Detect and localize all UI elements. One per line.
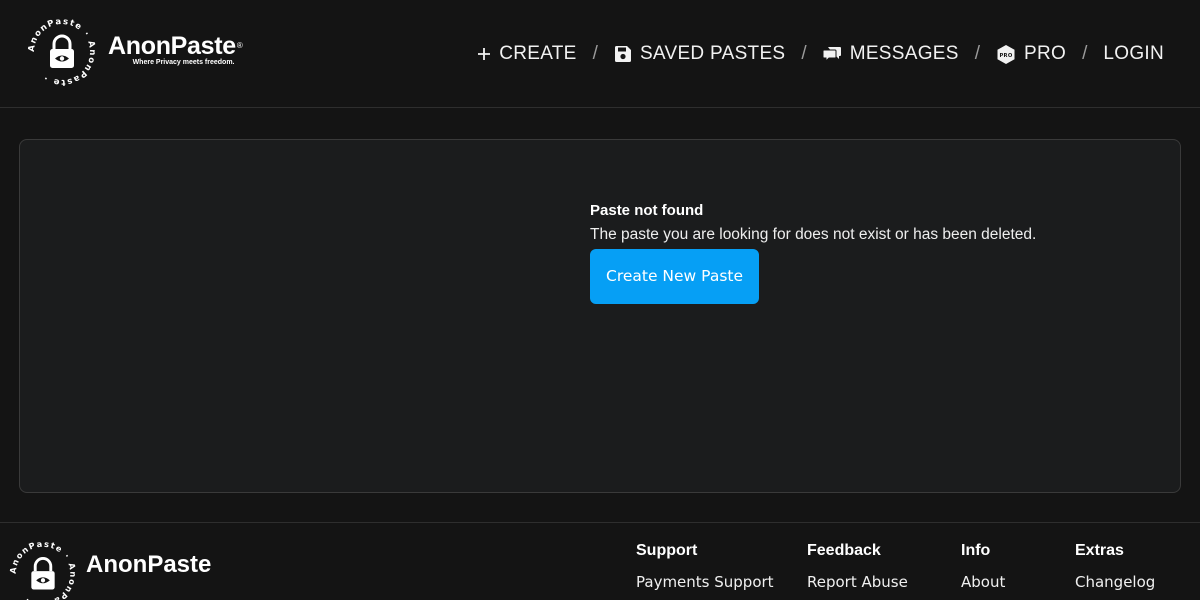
floppy-disk-icon bbox=[614, 45, 632, 63]
footer-column-support: Support Payments Support bbox=[636, 542, 774, 591]
footer-heading: Info bbox=[961, 542, 991, 559]
nav-separator: / bbox=[1082, 43, 1088, 64]
footer-link-payments-support[interactable]: Payments Support bbox=[636, 573, 774, 591]
nav-messages[interactable]: MESSAGES bbox=[822, 43, 959, 65]
footer-brand-name: AnonPaste bbox=[86, 551, 212, 578]
svg-text:PRO: PRO bbox=[999, 52, 1012, 58]
nav-create[interactable]: CREATE bbox=[477, 43, 576, 65]
error-description: The paste you are looking for does not e… bbox=[590, 226, 1037, 243]
nav-saved-pastes[interactable]: SAVED PASTES bbox=[614, 43, 785, 65]
not-found-message: Paste not found The paste you are lookin… bbox=[590, 202, 1036, 304]
nav-pro[interactable]: PRO PRO bbox=[996, 43, 1066, 65]
main-nav: CREATE / SAVED PASTES / MESSAGES / PRO P… bbox=[477, 41, 1164, 67]
padlock-logo-icon: AnonPaste · AnonPaste · bbox=[8, 539, 78, 600]
brand-tagline: Where Privacy meets freedom. bbox=[132, 59, 235, 66]
logo-link[interactable]: AnonPaste · AnonPaste · AnonPaste® Where… bbox=[26, 16, 243, 88]
padlock-logo-icon: AnonPaste · AnonPaste · bbox=[27, 17, 97, 87]
create-new-paste-button[interactable]: Create New Paste bbox=[590, 249, 760, 304]
footer-heading: Support bbox=[636, 542, 698, 559]
footer-link-changelog[interactable]: Changelog bbox=[1075, 573, 1155, 591]
nav-separator: / bbox=[801, 43, 807, 64]
footer-heading: Feedback bbox=[807, 542, 881, 559]
footer-column-info: Info About bbox=[961, 542, 1005, 591]
error-title: Paste not found bbox=[590, 202, 704, 219]
pro-hexagon-icon: PRO bbox=[996, 44, 1016, 65]
footer-column-extras: Extras Changelog bbox=[1075, 542, 1155, 591]
content-card: Paste not found The paste you are lookin… bbox=[19, 139, 1181, 493]
chat-bubbles-icon bbox=[822, 46, 842, 62]
plus-icon bbox=[477, 47, 491, 61]
svg-text:AnonPaste · AnonPaste ·: AnonPaste · AnonPaste · bbox=[8, 539, 78, 600]
nav-login[interactable]: LOGIN bbox=[1103, 43, 1164, 65]
footer-logo-link[interactable]: AnonPaste · AnonPaste · AnonPaste bbox=[8, 539, 211, 600]
site-header: AnonPaste · AnonPaste · AnonPaste® Where… bbox=[0, 0, 1200, 108]
footer-link-report-abuse[interactable]: Report Abuse bbox=[807, 573, 908, 591]
brand-name: AnonPaste® bbox=[108, 32, 243, 60]
footer-column-feedback: Feedback Report Abuse bbox=[807, 542, 908, 591]
nav-separator: / bbox=[592, 43, 598, 64]
footer-heading: Extras bbox=[1075, 542, 1124, 559]
nav-separator: / bbox=[974, 43, 981, 64]
footer-link-about[interactable]: About bbox=[961, 573, 1005, 591]
site-footer: AnonPaste · AnonPaste · AnonPaste Suppor… bbox=[0, 522, 1200, 600]
